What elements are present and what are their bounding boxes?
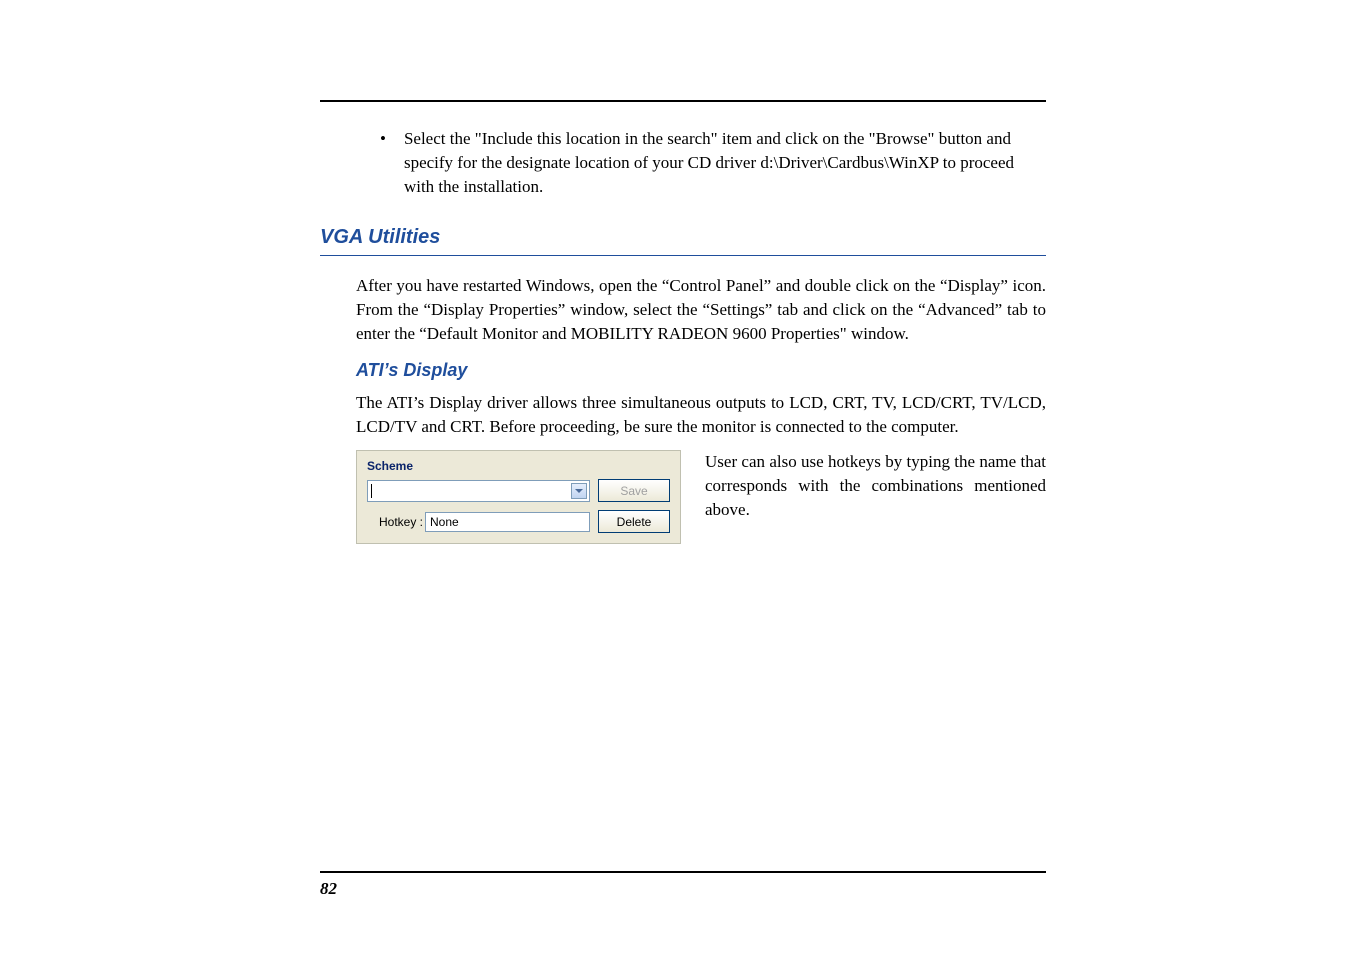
page-footer: 82 — [320, 871, 1046, 899]
scheme-row-2: Hotkey : None Delete — [367, 510, 670, 533]
ati-display-heading: ATI’s Display — [356, 360, 1046, 381]
right-column-text: User can also use hotkeys by typing the … — [705, 450, 1046, 544]
save-button[interactable]: Save — [598, 479, 670, 502]
scheme-title: Scheme — [367, 459, 670, 473]
text-cursor — [371, 484, 372, 498]
page-content: • Select the "Include this location in t… — [0, 0, 1351, 544]
scheme-dropdown[interactable] — [367, 480, 590, 502]
scheme-row-1: Save — [367, 479, 670, 502]
bullet-marker: • — [380, 127, 386, 198]
ati-display-paragraph: The ATI’s Display driver allows three si… — [356, 391, 1046, 439]
bullet-text: Select the "Include this location in the… — [404, 127, 1046, 198]
hotkey-input[interactable]: None — [425, 512, 590, 532]
hotkey-value: None — [430, 515, 459, 529]
vga-utilities-paragraph: After you have restarted Windows, open t… — [356, 274, 1046, 345]
delete-button[interactable]: Delete — [598, 510, 670, 533]
chevron-down-icon[interactable] — [571, 483, 587, 499]
footer-horizontal-rule — [320, 871, 1046, 873]
two-column-layout: Scheme Save Hotkey : None — [356, 450, 1046, 544]
save-button-label: Save — [620, 484, 647, 498]
page-number: 82 — [320, 879, 1046, 899]
hotkey-label: Hotkey : — [367, 515, 425, 529]
caret-triangle — [575, 489, 583, 493]
delete-button-label: Delete — [617, 515, 652, 529]
top-horizontal-rule — [320, 100, 1046, 102]
scheme-panel: Scheme Save Hotkey : None — [356, 450, 681, 544]
section-underline — [320, 255, 1046, 256]
vga-utilities-heading: VGA Utilities — [320, 226, 1046, 249]
bullet-list-item: • Select the "Include this location in t… — [380, 127, 1046, 198]
